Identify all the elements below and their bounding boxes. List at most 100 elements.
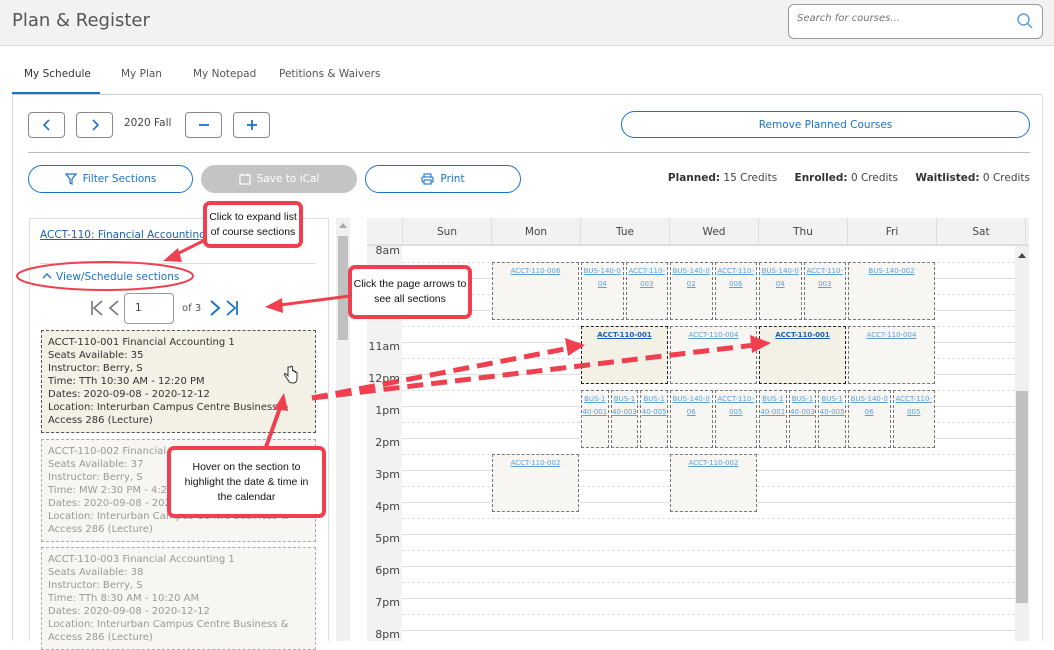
print-button[interactable]: Print: [365, 165, 521, 193]
calendar-event[interactable]: ACCT-110-005: [892, 390, 935, 448]
event-link[interactable]: BUS-140-004: [762, 267, 799, 288]
day-header-wed: Wed: [669, 218, 758, 246]
scrollbar-thumb[interactable]: [1016, 391, 1028, 603]
panel-border-left: [12, 95, 13, 641]
section-dates: Dates: 2020-09-08 - 2020-12-12: [48, 389, 210, 400]
event-link[interactable]: ACCT-110-005: [896, 395, 933, 416]
section-time: Time: TTh 10:30 AM - 12:20 PM: [48, 376, 205, 387]
calendar-event[interactable]: BUS-140-003: [788, 390, 817, 448]
event-link[interactable]: ACCT-110-005: [718, 395, 755, 416]
page-title: Plan & Register: [12, 10, 150, 31]
event-link[interactable]: ACCT-110-006: [718, 267, 755, 288]
calendar-event[interactable]: BUS-140-005: [640, 390, 668, 448]
section-dates: Dates: 2020-09-08 - 2020-12-12: [48, 606, 210, 617]
last-page-icon[interactable]: [225, 300, 239, 316]
event-link[interactable]: ACCT-110-001: [775, 331, 829, 339]
event-link[interactable]: BUS-140-006: [851, 395, 888, 416]
prev-page-icon[interactable]: [108, 300, 120, 316]
zoom-out-button[interactable]: [185, 112, 222, 138]
calendar-event[interactable]: ACCT-110-004: [848, 326, 935, 384]
tab-my-plan[interactable]: My Plan: [121, 68, 162, 95]
day-header-fri: Fri: [847, 218, 936, 246]
calendar-event[interactable]: ACCT-110-005: [714, 390, 757, 448]
event-link[interactable]: BUS-140-002: [673, 267, 710, 288]
event-link[interactable]: ACCT-110-004: [689, 331, 739, 339]
calendar-event[interactable]: BUS-140-003: [610, 390, 639, 448]
section-instructor: Instructor: Berry, S: [48, 363, 143, 374]
event-link[interactable]: BUS-140-006: [673, 395, 710, 416]
calendar-event[interactable]: BUS-140-002: [670, 262, 713, 320]
filter-sections-button[interactable]: Filter Sections: [28, 165, 193, 193]
event-link[interactable]: BUS-140-001: [582, 395, 607, 416]
tab-my-schedule[interactable]: My Schedule: [12, 68, 100, 95]
page-number-input[interactable]: [124, 292, 174, 324]
time-label: 8pm: [375, 628, 400, 641]
tab-my-notepad[interactable]: My Notepad: [193, 68, 256, 95]
zoom-in-button[interactable]: [233, 112, 270, 138]
calendar-event[interactable]: BUS-140-006: [670, 390, 713, 448]
next-term-button[interactable]: [76, 112, 113, 138]
next-page-icon[interactable]: [209, 300, 221, 316]
calendar-event[interactable]: BUS-140-006: [848, 390, 891, 448]
course-search[interactable]: [788, 4, 1043, 39]
day-header-thu: Thu: [758, 218, 847, 246]
calendar-event[interactable]: ACCT-110-004: [670, 326, 757, 384]
scroll-up-icon[interactable]: [1018, 253, 1026, 258]
search-icon[interactable]: [1016, 12, 1034, 30]
calendar-event[interactable]: ACCT-110-003: [625, 262, 668, 320]
calendar-event[interactable]: ACCT-110-001: [759, 326, 846, 384]
calendar-event[interactable]: BUS-140-004: [759, 262, 802, 320]
hour-gridline: [402, 630, 1015, 631]
calendar-event[interactable]: ACCT-110-006: [492, 262, 579, 320]
tab-petitions-waivers[interactable]: Petitions & Waivers: [279, 68, 380, 95]
page-total: of 3: [182, 302, 202, 314]
section-seats: Seats Available: 35: [48, 350, 144, 361]
section-seats: Seats Available: 38: [48, 567, 144, 578]
calendar-event[interactable]: ACCT-110-002: [492, 454, 579, 512]
section-location: Location: Interurban Campus Centre Busin…: [48, 619, 289, 643]
section-item[interactable]: ACCT-110-001 Financial Accounting 1 Seat…: [41, 330, 316, 433]
calendar-event[interactable]: BUS-140-001: [581, 390, 609, 448]
event-link[interactable]: BUS-140-005: [820, 395, 845, 416]
course-title-link[interactable]: ACCT-110: Financial Accounting 1: [40, 229, 216, 241]
event-link[interactable]: BUS-140-005: [642, 395, 667, 416]
event-link[interactable]: ACCT-110-003: [629, 267, 666, 288]
event-link[interactable]: ACCT-110-002: [511, 459, 561, 467]
calendar-header: Sun Mon Tue Wed Thu Fri Sat: [367, 218, 1029, 246]
event-link[interactable]: ACCT-110-006: [511, 267, 561, 275]
event-link[interactable]: BUS-140-003: [790, 395, 815, 416]
event-link[interactable]: BUS-140-001: [760, 395, 785, 416]
first-page-icon[interactable]: [90, 300, 104, 316]
half-hour-gridline: [402, 614, 1015, 615]
day-header-sat: Sat: [936, 218, 1025, 246]
planned-label: Planned:: [667, 172, 721, 184]
calendar-event[interactable]: BUS-140-004: [581, 262, 624, 320]
calendar-scrollbar[interactable]: [1015, 246, 1029, 641]
hour-gridline: [402, 534, 1015, 535]
calendar-event[interactable]: BUS-140-005: [818, 390, 846, 448]
time-label: 1pm: [375, 404, 400, 417]
event-link[interactable]: BUS-140-002: [868, 267, 914, 275]
calendar-event[interactable]: BUS-140-002: [848, 262, 935, 320]
event-link[interactable]: ACCT-110-003: [807, 267, 844, 288]
scroll-up-icon[interactable]: [339, 223, 347, 228]
calendar-event[interactable]: ACCT-110-006: [714, 262, 757, 320]
calendar-event[interactable]: BUS-140-001: [759, 390, 787, 448]
hour-gridline: [402, 566, 1015, 567]
event-link[interactable]: BUS-140-004: [584, 267, 621, 288]
section-item[interactable]: ACCT-110-003 Financial Accounting 1 Seat…: [41, 547, 316, 650]
event-link[interactable]: ACCT-110-002: [689, 459, 739, 467]
enrolled-value: 0 Credits: [850, 172, 899, 184]
calendar-event[interactable]: ACCT-110-001: [581, 326, 668, 384]
calendar-event[interactable]: ACCT-110-003: [803, 262, 846, 320]
event-link[interactable]: ACCT-110-001: [597, 331, 651, 339]
remove-planned-courses-button[interactable]: Remove Planned Courses: [621, 111, 1030, 138]
scrollbar-thumb[interactable]: [338, 236, 348, 340]
prev-term-button[interactable]: [28, 112, 65, 138]
search-input[interactable]: [797, 13, 997, 24]
calendar-event[interactable]: ACCT-110-002: [670, 454, 757, 512]
view-schedule-sections-toggle[interactable]: View/Schedule sections: [42, 271, 179, 283]
save-to-ical-button[interactable]: Save to iCal: [201, 165, 357, 193]
event-link[interactable]: ACCT-110-004: [867, 331, 917, 339]
event-link[interactable]: BUS-140-003: [612, 395, 637, 416]
